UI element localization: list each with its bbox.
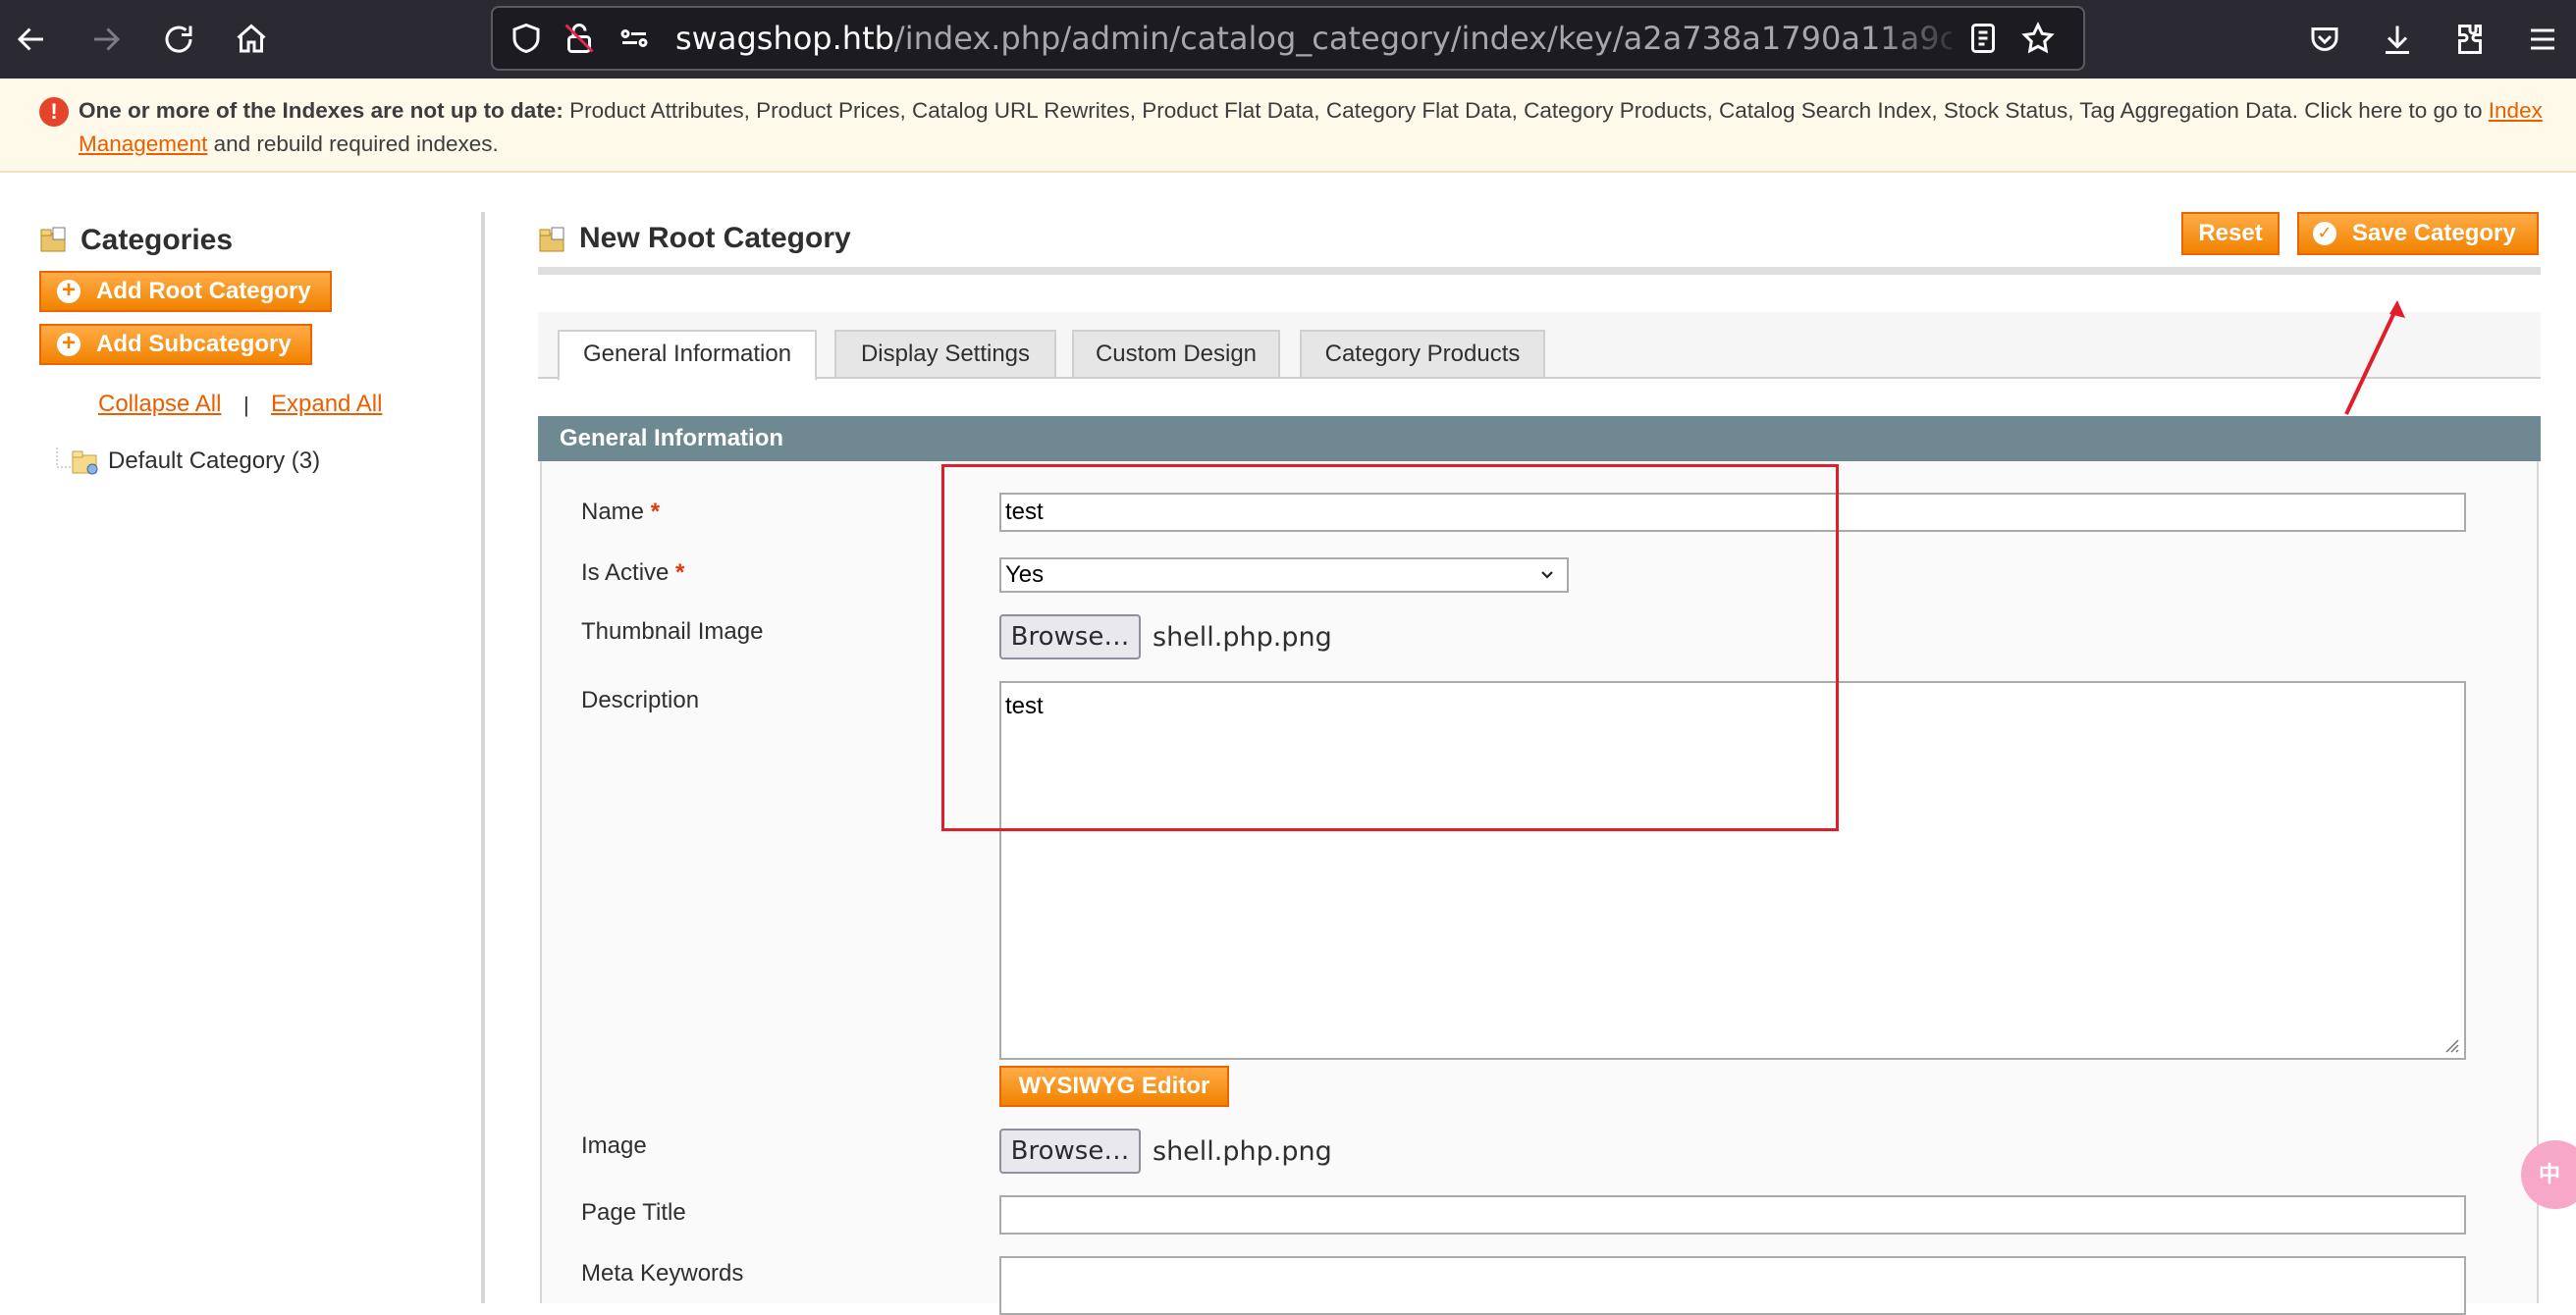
image-label: Image <box>581 1132 647 1159</box>
image-browse-button[interactable]: Browse… <box>999 1129 1141 1174</box>
reader-view-icon[interactable] <box>1965 21 2001 56</box>
required-mark: * <box>650 499 661 525</box>
name-label-text: Name <box>581 499 645 525</box>
categories-title: Categories <box>80 224 234 256</box>
thumbnail-filename: shell.php.png <box>1153 622 1332 653</box>
arrow-right-icon <box>94 27 121 51</box>
bookmark-star-icon[interactable] <box>2020 21 2056 56</box>
is-active-label: Is Active * <box>581 559 684 587</box>
notice-tail: and rebuild required indexes. <box>207 132 499 156</box>
save-category-label: Save Category <box>2352 220 2516 246</box>
extensions-button[interactable] <box>2442 12 2497 67</box>
thumbnail-label: Thumbnail Image <box>581 618 764 645</box>
pocket-button[interactable] <box>2297 12 2352 67</box>
add-root-category-label: Add Root Category <box>96 278 311 304</box>
thumbnail-browse-button[interactable]: Browse… <box>999 614 1141 659</box>
section-header: General Information <box>538 416 2541 461</box>
notice-body: Product Attributes, Product Prices, Cata… <box>563 98 2489 123</box>
is-active-select[interactable]: Yes <box>999 557 1569 593</box>
url-text[interactable]: swagshop.htb/index.php/admin/catalog_cat… <box>675 8 1952 69</box>
home-icon <box>237 24 266 53</box>
download-icon <box>2386 26 2409 54</box>
url-bar[interactable]: swagshop.htb/index.php/admin/catalog_cat… <box>491 6 2085 71</box>
page-title-input[interactable] <box>999 1195 2466 1235</box>
reload-button[interactable] <box>151 12 206 67</box>
permissions-icon[interactable] <box>617 21 652 56</box>
pocket-icon <box>2311 27 2338 51</box>
tab-category-products[interactable]: Category Products <box>1300 330 1545 379</box>
add-root-category-button[interactable]: + Add Root Category <box>39 271 332 312</box>
reset-button[interactable]: Reset <box>2181 212 2280 255</box>
arrow-left-icon <box>17 27 43 51</box>
add-subcategory-button[interactable]: + Add Subcategory <box>39 324 312 365</box>
hamburger-icon <box>2531 28 2554 50</box>
back-button[interactable] <box>4 12 59 67</box>
notice-text: One or more of the Indexes are not up to… <box>79 94 2552 161</box>
error-icon: ! <box>39 97 69 127</box>
puzzle-icon <box>2458 25 2482 54</box>
add-subcategory-label: Add Subcategory <box>96 331 292 357</box>
index-notice: ! One or more of the Indexes are not up … <box>0 79 2576 173</box>
meta-keywords-input[interactable] <box>999 1256 2466 1315</box>
title-rule <box>538 267 2541 275</box>
downloads-button[interactable] <box>2370 12 2425 67</box>
url-path: /index.php/admin/catalog_category/index/… <box>893 20 1952 57</box>
menu-button[interactable] <box>2515 12 2570 67</box>
name-input[interactable]: test <box>999 493 2466 532</box>
url-fade <box>1877 12 1965 65</box>
page-title: New Root Category <box>579 222 851 254</box>
required-mark: * <box>675 559 685 586</box>
tab-display-settings[interactable]: Display Settings <box>834 330 1056 379</box>
collapse-all-link[interactable]: Collapse All <box>98 391 221 418</box>
folder-icon <box>40 227 66 252</box>
is-active-label-text: Is Active <box>581 559 670 586</box>
notice-bold: One or more of the Indexes are not up to… <box>79 98 564 123</box>
check-circle-icon: ✓ <box>2313 222 2336 245</box>
url-host: swagshop.htb <box>675 20 894 57</box>
browser-toolbar: swagshop.htb/index.php/admin/catalog_cat… <box>0 0 2576 79</box>
description-value: test <box>1005 693 1044 719</box>
insecure-lock-icon[interactable] <box>562 21 597 56</box>
link-separator: | <box>243 393 249 417</box>
image-filename: shell.php.png <box>1153 1136 1332 1167</box>
save-category-button[interactable]: ✓ Save Category <box>2297 212 2539 255</box>
category-folder-icon <box>72 450 98 475</box>
name-label: Name * <box>581 499 660 526</box>
meta-keywords-label: Meta Keywords <box>581 1260 744 1287</box>
forward-button[interactable] <box>79 12 134 67</box>
page-folder-icon <box>539 227 564 252</box>
chevron-down-icon <box>1541 571 1553 579</box>
home-button[interactable] <box>224 12 279 67</box>
panel-divider <box>481 212 485 1303</box>
description-textarea[interactable]: test <box>999 681 2466 1060</box>
wysiwyg-editor-button[interactable]: WYSIWYG Editor <box>999 1066 1229 1107</box>
resize-grip-icon[interactable] <box>2441 1034 2460 1054</box>
tab-custom-design[interactable]: Custom Design <box>1072 330 1280 379</box>
shield-icon[interactable] <box>509 21 544 56</box>
tree-item-default-category[interactable]: Default Category (3) <box>108 447 320 475</box>
expand-all-link[interactable]: Expand All <box>271 391 382 418</box>
description-label: Description <box>581 687 700 713</box>
reload-icon <box>165 26 192 53</box>
plus-circle-icon: + <box>57 279 80 303</box>
tab-general-information[interactable]: General Information <box>558 330 817 381</box>
plus-circle-icon: + <box>57 332 80 356</box>
is-active-value: Yes <box>1005 561 1045 588</box>
page-title-label: Page Title <box>581 1199 686 1226</box>
